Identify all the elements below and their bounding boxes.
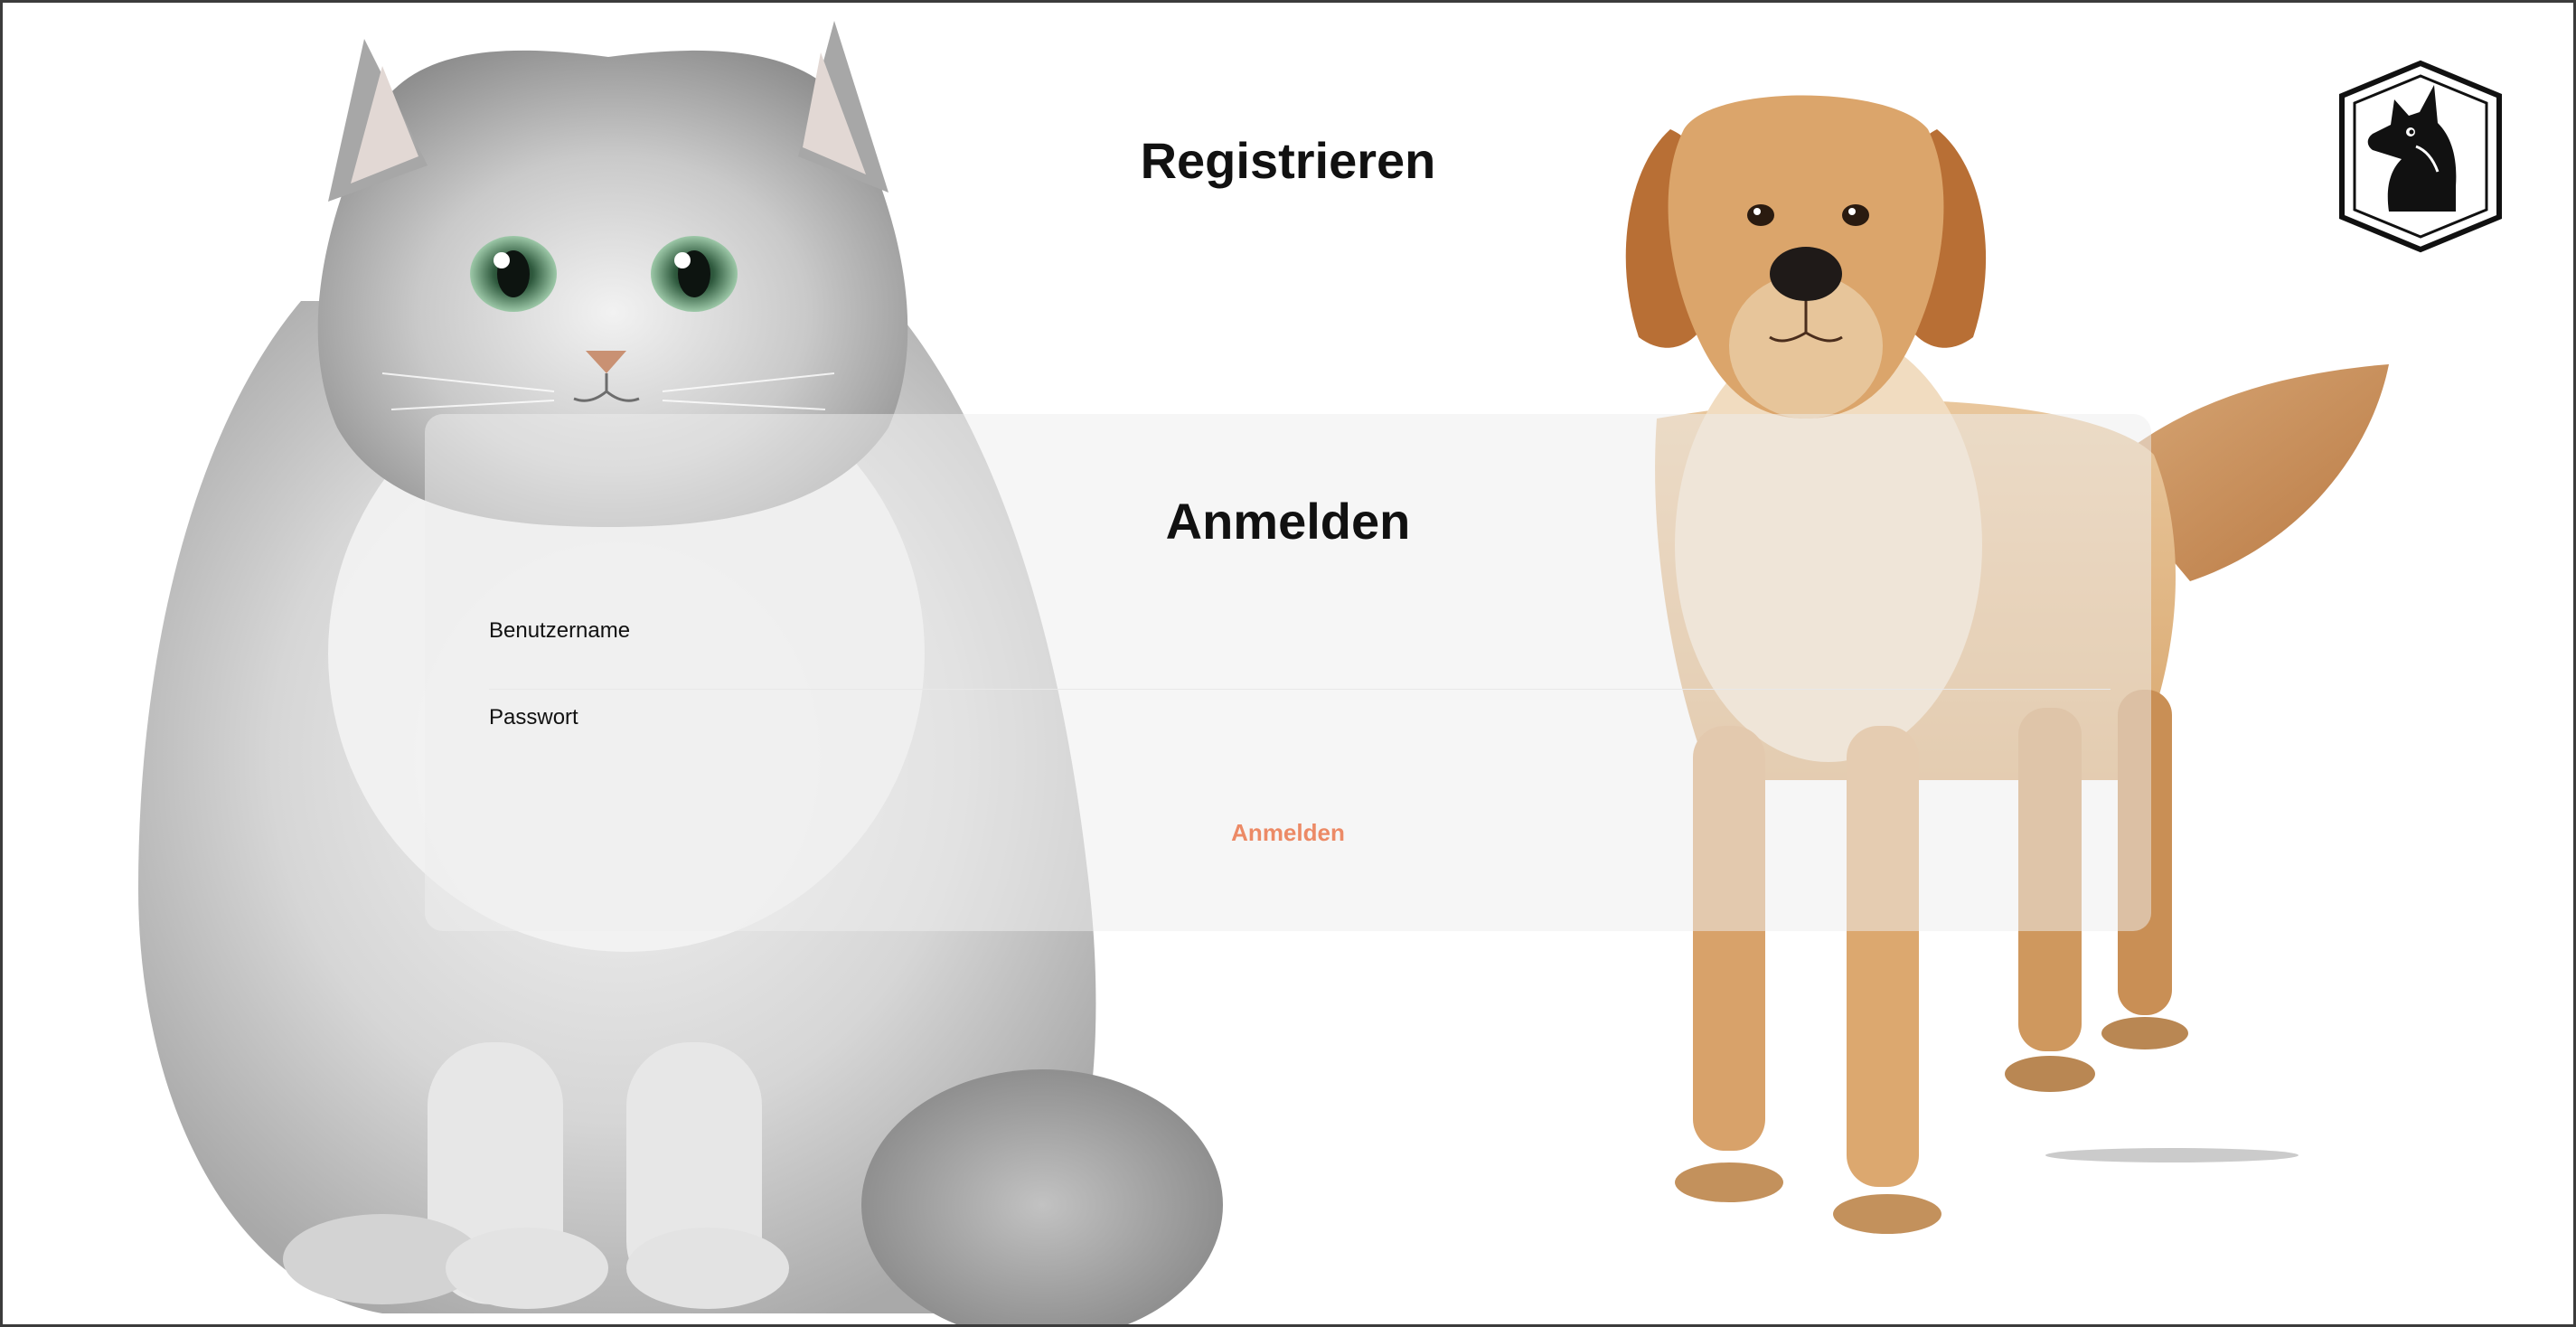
login-form-card: Anmelden Benutzername Passwort Anmelden [425, 414, 2151, 931]
password-input[interactable] [489, 734, 2111, 776]
dog-shield-logo-icon[interactable] [2336, 60, 2505, 253]
register-heading[interactable]: Registrieren [1017, 131, 1559, 190]
login-submit-button[interactable]: Anmelden [1198, 810, 1378, 855]
username-label: Benutzername [489, 618, 631, 643]
password-label: Passwort [489, 705, 578, 729]
login-page: Registrieren Anmelden Benutzername Passw… [0, 0, 2576, 1327]
username-input[interactable] [489, 647, 2111, 690]
login-heading: Anmelden [1165, 493, 1411, 550]
